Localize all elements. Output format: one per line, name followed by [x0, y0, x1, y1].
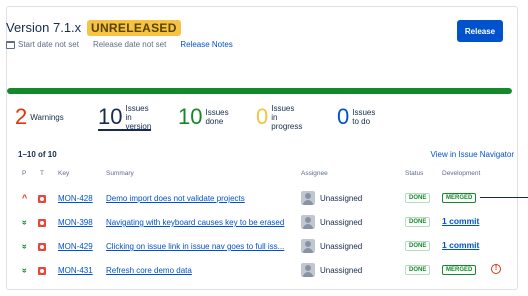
version-header: Version 7.1.x UNRELEASED Start date not … [6, 20, 528, 60]
commit-link[interactable]: 1 commit [442, 240, 479, 250]
stat-number: 10 [98, 104, 123, 129]
issue-key-link[interactable]: MON-431 [58, 266, 93, 275]
assignee: Unassigned [320, 218, 363, 227]
bug-icon [38, 267, 46, 275]
col-summary: Summary [106, 170, 134, 177]
stat-warnings[interactable]: 2 Warnings [15, 105, 64, 129]
issue-summary-link[interactable]: Demo import does not validate projects [106, 194, 296, 203]
table-header: P T Key Summary Assignee Status Developm… [14, 170, 514, 182]
status-badge: DONE [405, 241, 431, 251]
table-row[interactable]: ^ MON-428 Demo import does not validate … [14, 187, 514, 211]
col-development: Development [442, 170, 481, 177]
stat-label: Warnings [30, 112, 64, 122]
stat-label: Issues done [205, 108, 229, 126]
stat-number: 0 [337, 104, 350, 129]
assignee: Unassigned [320, 242, 363, 251]
col-key: Key [58, 170, 70, 177]
avatar [301, 215, 315, 229]
calendar-icon [6, 40, 15, 49]
assignee: Unassigned [320, 194, 363, 203]
priority-low-icon: » [20, 267, 31, 274]
issue-key-link[interactable]: MON-398 [58, 218, 93, 227]
stat-issues-in-version[interactable]: 10 Issues in version [98, 103, 152, 131]
progress-bar [7, 88, 512, 94]
merged-badge[interactable]: MERGED [442, 193, 477, 203]
status-badge: DONE [405, 217, 431, 227]
col-assignee: Assignee [301, 170, 328, 177]
bug-icon [38, 195, 46, 203]
status-badge: DONE [405, 193, 431, 203]
stat-number: 10 [178, 104, 203, 129]
release-date: Release date not set [92, 40, 167, 49]
avatar [301, 239, 315, 253]
priority-low-icon: » [20, 243, 31, 250]
col-status: Status [405, 170, 424, 177]
release-button[interactable]: Release [457, 20, 503, 42]
stat-issues-to-do[interactable]: 0 Issues to do [337, 105, 375, 129]
commit-link[interactable]: 1 commit [442, 216, 479, 226]
stat-label: Issues in progress [271, 103, 303, 131]
avatar [301, 263, 315, 277]
avatar [301, 191, 315, 205]
bug-icon [38, 243, 46, 251]
progress-fill [7, 88, 512, 94]
callout-line [480, 197, 528, 198]
unreleased-badge: UNRELEASED [87, 20, 181, 36]
status-badge: DONE [405, 265, 431, 275]
stat-label: Issues in version [125, 103, 152, 131]
issue-count: 1–10 of 10 [18, 150, 57, 159]
stat-issues-in-progress[interactable]: 0 Issues in progress [256, 103, 303, 131]
priority-low-icon: » [20, 219, 31, 226]
assignee: Unassigned [320, 266, 363, 275]
col-type: T [40, 170, 44, 177]
merged-badge[interactable]: MERGED [442, 265, 477, 275]
stat-number: 0 [256, 104, 269, 129]
col-priority: P [22, 170, 27, 177]
priority-high-icon: ^ [22, 193, 28, 203]
bug-icon [38, 219, 46, 227]
issue-summary-link[interactable]: Refresh core demo data [106, 266, 296, 275]
issue-key-link[interactable]: MON-428 [58, 194, 93, 203]
issue-summary-link[interactable]: Navigating with keyboard causes key to b… [106, 218, 296, 227]
warning-icon[interactable]: ! [491, 264, 501, 274]
stat-number: 2 [15, 104, 28, 129]
release-notes-link[interactable]: Release Notes [180, 40, 232, 49]
version-meta: Start date not set Release date not set … [6, 40, 233, 49]
table-row[interactable]: » MON-429 Clicking on issue link in issu… [14, 235, 514, 259]
start-date: Start date not set [18, 40, 79, 49]
table-row[interactable]: » MON-398 Navigating with keyboard cause… [14, 211, 514, 235]
issue-key-link[interactable]: MON-429 [58, 242, 93, 251]
stat-issues-done[interactable]: 10 Issues done [178, 105, 229, 129]
table-row[interactable]: » MON-431 Refresh core demo data Unassig… [14, 259, 514, 283]
issue-summary-link[interactable]: Clicking on issue link in issue nav goes… [106, 242, 296, 251]
view-in-issue-navigator-link[interactable]: View in Issue Navigator [431, 150, 514, 159]
version-title: Version 7.1.x [6, 20, 82, 35]
stat-label: Issues to do [352, 108, 376, 126]
